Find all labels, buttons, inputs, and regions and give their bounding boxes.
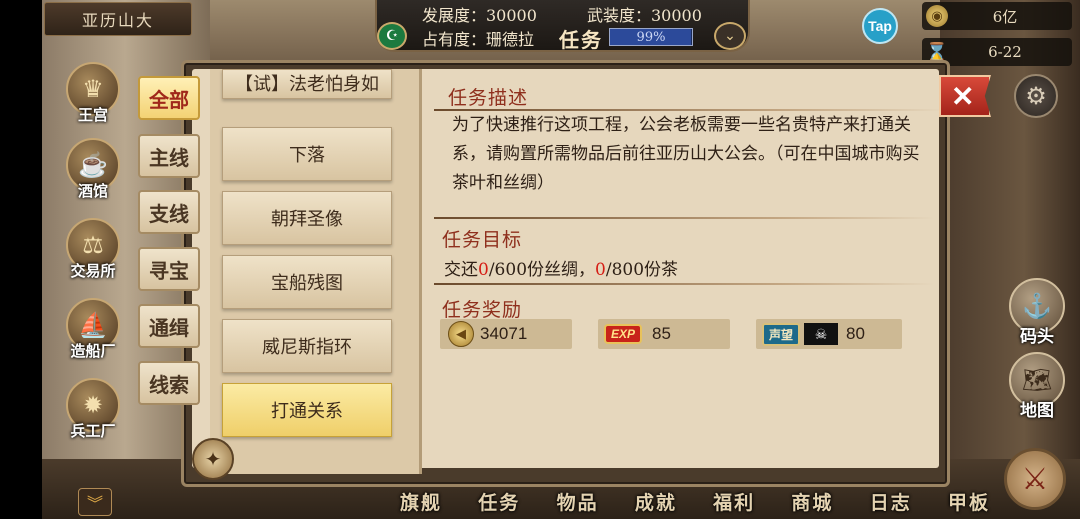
reward-gold-value: 34071 — [480, 324, 528, 343]
building-tavern[interactable]: ☕ 酒馆 — [62, 138, 124, 201]
building-label: 王宫 — [77, 106, 108, 124]
occupancy-stat: 占有度：珊德拉 — [422, 30, 535, 49]
quest-panel: 【试】法老怕身如 下落 朝拜圣像 宝船残图 威尼斯指环 打通关系 任务描述 为了… — [181, 60, 950, 487]
quest-item[interactable]: 威尼斯指环 — [222, 319, 392, 373]
reward-title: 任务奖励 — [442, 299, 523, 321]
panel-title: 任务 — [559, 28, 603, 52]
building-label: 酒馆 — [77, 182, 108, 200]
reward-gold: ◀ 34071 — [440, 319, 572, 349]
goal-prefix: 交还 — [444, 260, 478, 280]
quest-list[interactable]: 【试】法老怕身如 下落 朝拜圣像 宝船残图 威尼斯指环 打通关系 — [210, 69, 422, 474]
date-value: 6-22 — [988, 43, 1022, 61]
quest-description: 为了快速推行这项工程，公会老板需要一些名贵特产来打通关系，请购置所需物品后前往亚… — [452, 115, 920, 193]
silk-progress: 0 — [478, 260, 489, 280]
reward-exp-value: 85 — [652, 324, 671, 343]
nav-welfare[interactable]: 福利 — [713, 488, 755, 519]
occupancy-percent-label: 99% — [636, 29, 666, 45]
quest-detail: 任务描述 为了快速推行这项工程，公会老板需要一些名贵特产来打通关系，请购置所需物… — [434, 69, 944, 474]
tab-side[interactable]: 支线 — [138, 190, 200, 234]
development-stat: 发展度：30000 — [422, 6, 537, 25]
building-label: 造船厂 — [70, 342, 116, 360]
reward-reputation: 声望 ☠ 80 — [756, 319, 902, 349]
nav-deck[interactable]: 甲板 — [948, 488, 990, 519]
silk-requirement: /600份丝绸， — [488, 260, 596, 280]
nav-shop[interactable]: 商城 — [791, 488, 833, 519]
bottom-nav: 旗舰 任务 物品 成就 福利 商城 日志 甲板 — [400, 488, 990, 519]
coin-icon: ◀ — [448, 321, 474, 347]
reputation-icon: 声望 — [762, 322, 801, 346]
tab-treasure[interactable]: 寻宝 — [138, 247, 200, 291]
gold-value: 6亿 — [992, 7, 1018, 26]
building-arsenal[interactable]: ✹ 兵工厂 — [62, 378, 124, 441]
coin-icon: ◉ — [926, 5, 948, 27]
tab-all[interactable]: 全部 — [138, 76, 200, 120]
divider — [434, 283, 934, 285]
tab-wanted[interactable]: 通缉 — [138, 304, 200, 348]
occupancy-progress-bar: 99% — [609, 28, 693, 46]
compass-icon[interactable]: ✦ — [192, 438, 234, 480]
divider — [434, 217, 934, 219]
nation-flag-icon[interactable]: ☪ — [377, 22, 407, 50]
crossed-swords-icon[interactable]: ⚔ — [1004, 448, 1066, 510]
gear-icon[interactable]: ⚙ — [1014, 74, 1058, 118]
building-label: 交易所 — [70, 262, 116, 280]
city-name-tag[interactable]: 亚历山大 — [44, 2, 192, 36]
city-stats-panel: 发展度：30000 武装度：30000 占有度：珊德拉 任务 99% — [375, 0, 750, 52]
quest-panel-inner: 【试】法老怕身如 下落 朝拜圣像 宝船残图 威尼斯指环 打通关系 任务描述 为了… — [192, 69, 944, 474]
military-stat: 武装度：30000 — [587, 6, 702, 25]
nav-log[interactable]: 日志 — [870, 488, 912, 519]
description-title: 任务描述 — [448, 87, 529, 109]
building-palace[interactable]: ♛ 王宫 — [62, 62, 124, 125]
gold-resource: ◉ 6亿 — [922, 2, 1072, 30]
tap-button[interactable]: Tap — [862, 8, 898, 44]
screen-edge — [0, 0, 42, 519]
quest-item-selected[interactable]: 打通关系 — [222, 383, 392, 437]
map-label: 地图 — [1020, 401, 1054, 421]
map-button[interactable]: 🗺 地图 — [1006, 352, 1068, 421]
reward-exp: EXP 85 — [598, 319, 730, 349]
chevron-down-icon[interactable]: ⌄ — [714, 22, 746, 50]
reward-reputation-value: 80 — [846, 324, 865, 343]
exp-icon: EXP — [604, 324, 643, 344]
close-icon[interactable]: ✕ — [939, 75, 991, 117]
dock-label: 码头 — [1020, 327, 1054, 347]
quest-item[interactable]: 宝船残图 — [222, 255, 392, 309]
tea-requirement: /800份茶 — [605, 260, 679, 280]
nav-flagship[interactable]: 旗舰 — [400, 488, 442, 519]
pirate-flag-icon: ☠ — [804, 323, 839, 345]
nav-quests[interactable]: 任务 — [478, 488, 520, 519]
expand-chevron-icon[interactable]: ︾ — [78, 488, 112, 516]
building-shipyard[interactable]: ⛵ 造船厂 — [62, 298, 124, 361]
quest-item[interactable]: 朝拜圣像 — [222, 191, 392, 245]
nav-items[interactable]: 物品 — [557, 488, 599, 519]
building-exchange[interactable]: ⚖ 交易所 — [62, 218, 124, 281]
quest-goal: 交还0/600份丝绸，0/800份茶 — [444, 255, 678, 280]
tab-main[interactable]: 主线 — [138, 134, 200, 178]
quest-item[interactable]: 下落 — [222, 127, 392, 181]
nav-achievements[interactable]: 成就 — [635, 488, 677, 519]
quest-item[interactable]: 【试】法老怕身如 — [222, 69, 392, 99]
tea-progress: 0 — [595, 260, 606, 280]
dock-button[interactable]: ⚓ 码头 — [1006, 278, 1068, 347]
goal-title: 任务目标 — [442, 229, 523, 251]
building-label: 兵工厂 — [70, 422, 116, 440]
tab-clues[interactable]: 线索 — [138, 361, 200, 405]
